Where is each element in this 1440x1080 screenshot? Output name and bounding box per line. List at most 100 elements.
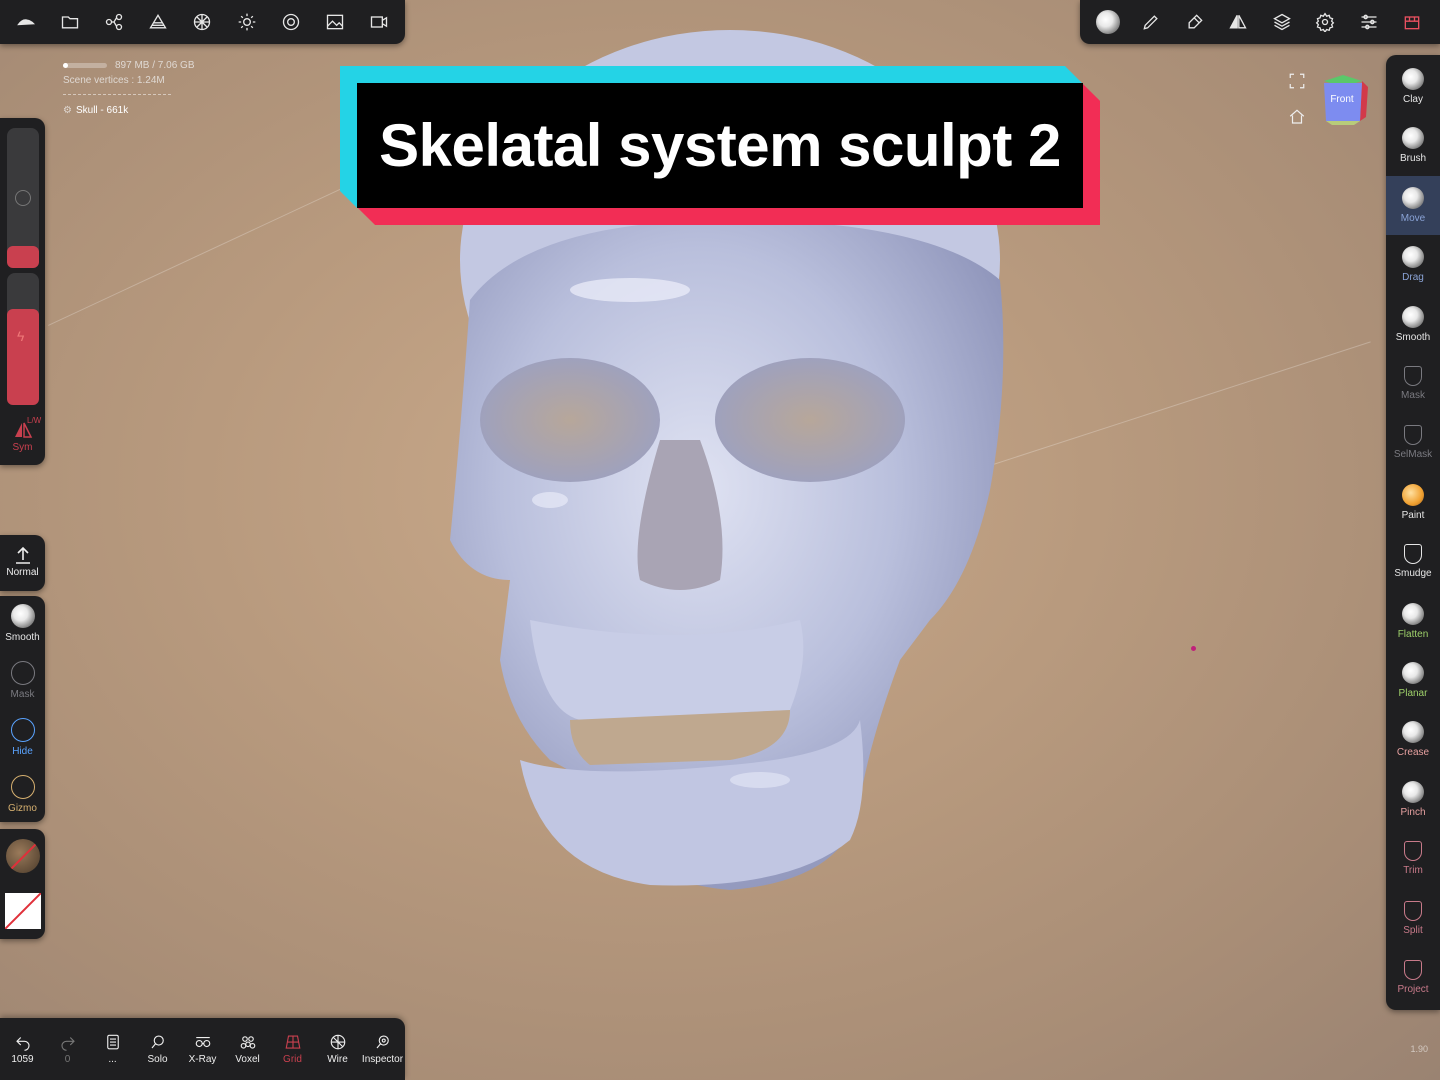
bottom-undo-button[interactable]: 1059 [0,1033,45,1065]
tool-label: Pinch [1400,806,1426,818]
inspector-icon [376,1035,389,1049]
material-icon[interactable] [180,0,224,44]
bottom-wire-button[interactable]: Wire [315,1033,360,1065]
bottom-button-label: X-Ray [188,1054,217,1065]
tool-label: Flatten [1397,628,1429,640]
grid-line [990,341,1371,466]
scene-tree-icon[interactable] [92,0,136,44]
sym-sub: L/W [27,416,42,425]
tool-label: Mask [1401,390,1425,401]
bottom-voxel-button[interactable]: Voxel [225,1033,270,1065]
bottom-button-label: 1059 [11,1054,34,1065]
quick-tools-panel: Smooth Mask Hide Gizmo [0,596,45,822]
view-cube[interactable]: Front [1318,73,1368,125]
stroke-icon[interactable] [1130,0,1174,44]
render-icon[interactable] [269,0,313,44]
bottom-inspector-button[interactable]: Inspector [360,1033,405,1065]
material-swatch[interactable] [6,839,40,873]
tool-planar[interactable]: Planar [1386,651,1440,710]
tool-label: Trim [1403,865,1423,877]
tool-smooth[interactable]: Smooth [1386,295,1440,354]
tool-label: Crease [1396,747,1430,759]
tool-label: SelMask [1393,449,1433,461]
background-icon[interactable] [313,0,357,44]
radius-slider[interactable] [7,128,39,268]
home-icon[interactable] [1288,108,1306,126]
tool-label: Brush [1399,153,1427,165]
bottom-button-label: Voxel [235,1054,260,1065]
folder-icon[interactable] [48,0,92,44]
bottom-xray-button[interactable]: X-Ray [180,1033,225,1065]
intensity-slider[interactable]: ϟ [7,273,39,405]
tool-mask[interactable]: Mask [1386,354,1440,413]
drag-icon [1402,246,1424,269]
mask-icon [1404,366,1422,386]
matcap-icon[interactable] [1086,0,1130,44]
bottom-button-label: Solo [147,1054,168,1065]
smooth-icon [1402,305,1424,328]
left-tool-smooth[interactable]: Smooth [0,604,45,643]
redo-icon [60,1037,75,1051]
left-slider-panel: ϟ L/W Sym [0,118,45,465]
symmetry-toggle[interactable]: L/W Sym [0,416,45,453]
tool-label: Project [1397,984,1429,995]
gizmo-menu-icon[interactable] [1391,0,1435,44]
tool-pinch[interactable]: Pinch [1386,770,1440,829]
smudge-icon [1404,544,1422,565]
brush-icon [1402,127,1424,150]
color-panel [0,829,45,939]
tool-label: Smooth [1395,331,1431,343]
interface-icon[interactable] [1347,0,1391,44]
topology-icon[interactable] [136,0,180,44]
bottom-button-label: Grid [283,1054,302,1065]
symmetry-icon[interactable] [1217,0,1261,44]
bottom-button-label: Wire [327,1054,348,1065]
flatten-icon [1402,602,1424,625]
tool-flatten[interactable]: Flatten [1386,592,1440,651]
memory-text: 897 MB / 7.06 GB [115,60,195,71]
move-icon [1402,186,1424,209]
version-label: 1.90 [1410,1044,1428,1054]
tool-project[interactable]: Project [1386,948,1440,1007]
selmask-icon [1404,425,1422,446]
left-tool-label: Hide [12,746,33,757]
tool-label: Move [1400,212,1426,224]
tool-paint[interactable]: Paint [1386,473,1440,532]
gizmo-icon [10,775,35,799]
color-swatch[interactable] [5,893,41,929]
logo-icon[interactable] [4,0,48,44]
tool-label: Smudge [1394,568,1432,580]
tool-split[interactable]: Split [1386,889,1440,948]
settings-icon[interactable] [1304,0,1348,44]
split-icon [1404,900,1422,921]
video-title: Skelatal system sculpt 2 [357,83,1083,208]
tool-crease[interactable]: Crease [1386,710,1440,769]
tool-selmask[interactable]: SelMask [1386,413,1440,472]
search-icon [151,1035,164,1049]
menu-icon [106,1034,119,1050]
light-icon[interactable] [225,0,269,44]
left-tool-mask[interactable]: Mask [0,661,45,700]
tool-label: Paint [1401,509,1425,521]
bottom-button-label: Inspector [361,1054,404,1065]
tool-smudge[interactable]: Smudge [1386,532,1440,591]
left-tool-gizmo[interactable]: Gizmo [0,775,45,814]
fullscreen-icon[interactable] [1288,72,1306,90]
tool-brush[interactable]: Brush [1386,116,1440,175]
grid-icon [285,1035,300,1049]
tool-trim[interactable]: Trim [1386,829,1440,888]
pivot-point [1191,646,1196,651]
left-tool-hide[interactable]: Hide [0,718,45,757]
tool-settings-icon[interactable] [1173,0,1217,44]
bottom-search-button[interactable]: Solo [135,1033,180,1065]
tool-drag[interactable]: Drag [1386,235,1440,294]
object-name-row[interactable]: ⚙ Skull - 661k [63,103,195,118]
tool-move[interactable]: Move [1386,175,1440,235]
bottom-grid-button[interactable]: Grid [270,1033,315,1065]
bottom-menu-button[interactable]: ... [90,1033,135,1065]
layers-icon[interactable] [1260,0,1304,44]
bottom-redo-button[interactable]: 0 [45,1033,90,1065]
normal-button[interactable]: Normal [0,543,45,578]
tool-clay[interactable]: Clay [1386,57,1440,116]
camera-icon[interactable] [357,0,401,44]
